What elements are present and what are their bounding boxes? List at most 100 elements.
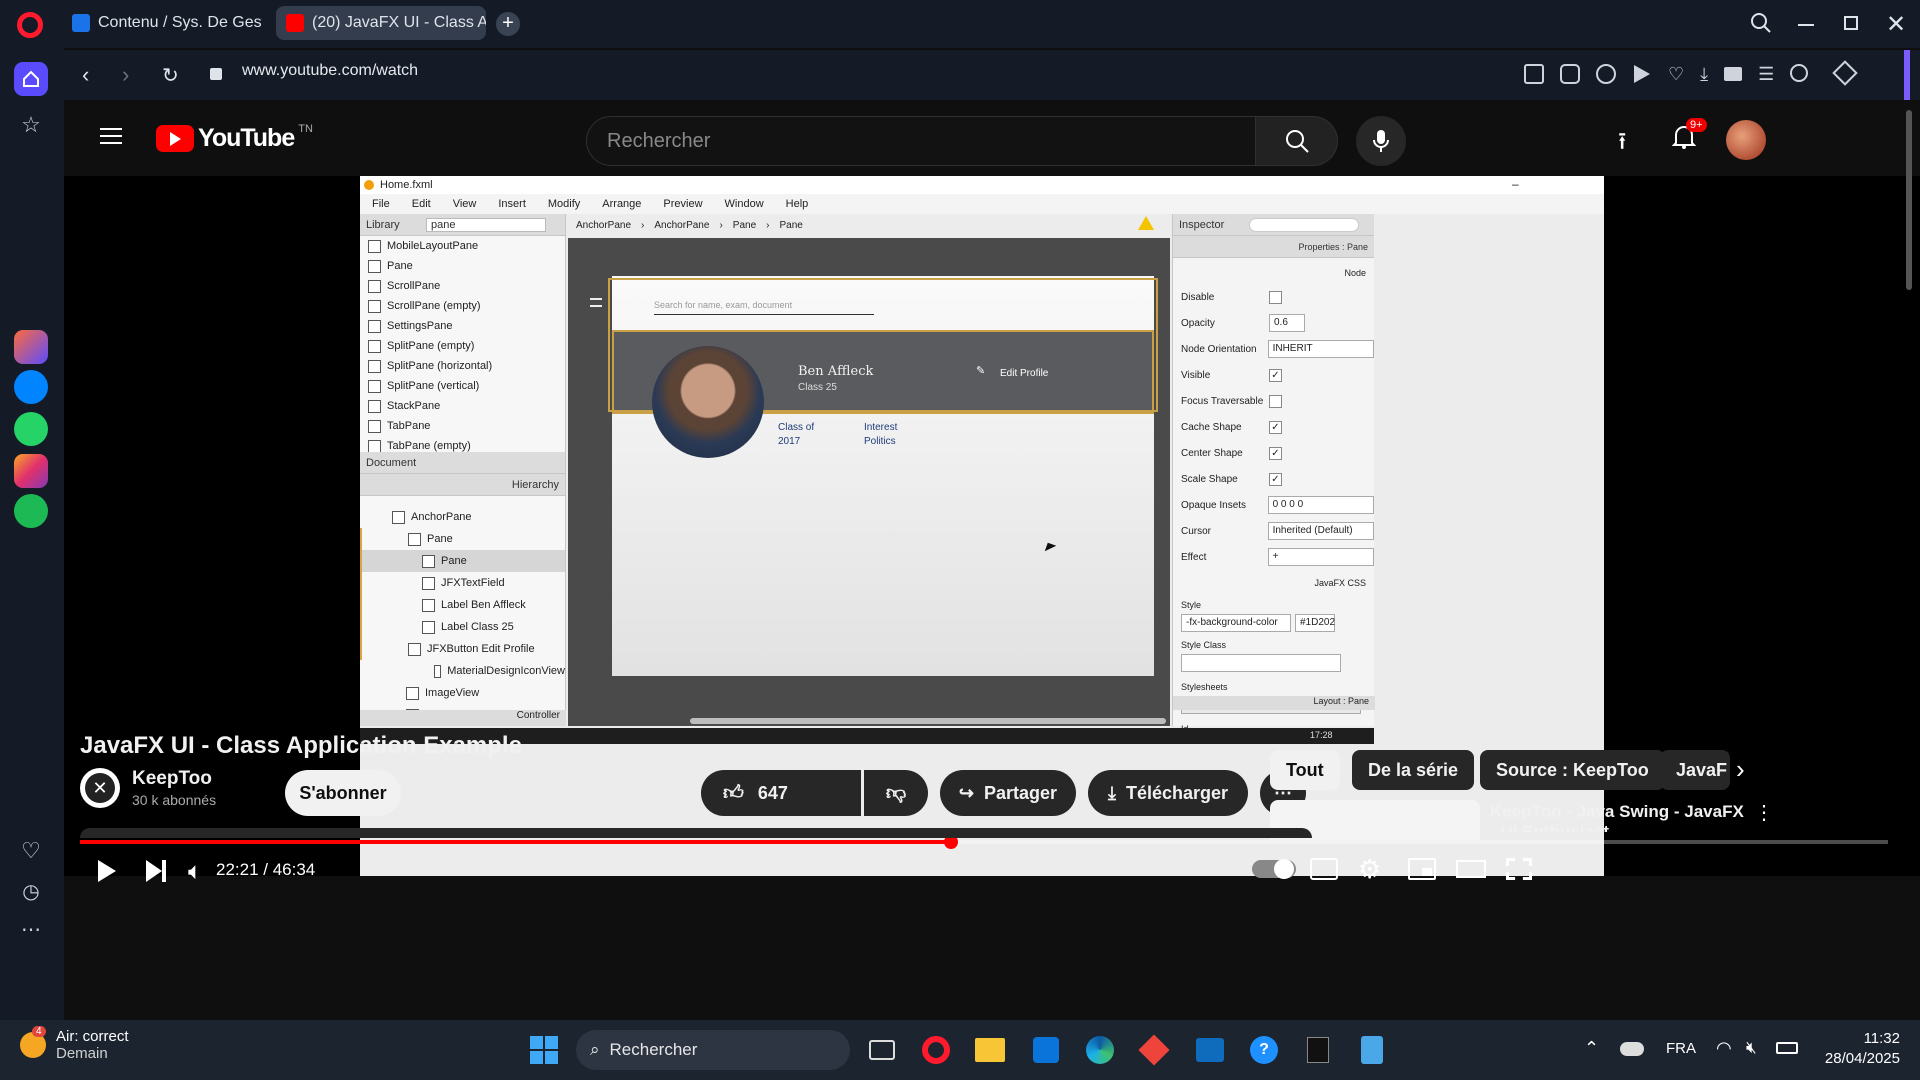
layout-bar: Layout : Pane: [1173, 696, 1375, 710]
taskbar-search-label: Rechercher: [609, 1040, 698, 1059]
share-button[interactable]: ↪ Partager: [940, 770, 1076, 816]
forward-icon[interactable]: ›: [122, 62, 129, 88]
theater-mode-icon[interactable]: [1456, 860, 1486, 878]
language-indicator[interactable]: FRA: [1666, 1040, 1696, 1057]
aria-icon[interactable]: [14, 330, 48, 364]
edge-icon[interactable]: [1080, 1030, 1120, 1070]
chip-series[interactable]: De la série: [1352, 750, 1475, 790]
windows-start-icon[interactable]: [524, 1030, 564, 1070]
play-icon[interactable]: [1634, 65, 1650, 83]
chip-all[interactable]: Tout: [1270, 750, 1340, 790]
download-button[interactable]: ⤓ Télécharger: [1088, 770, 1248, 816]
minimize-icon[interactable]: [1798, 24, 1814, 26]
file-explorer-icon[interactable]: [970, 1030, 1010, 1070]
play-button[interactable]: [98, 860, 116, 882]
epic-icon[interactable]: [1298, 1030, 1338, 1070]
video-taskbar-clock: 17:28: [1310, 730, 1333, 740]
menu-help: Help: [785, 198, 809, 210]
menu-icon[interactable]: ☰: [1758, 64, 1774, 84]
taskbar-time[interactable]: 11:32: [1836, 1030, 1900, 1047]
tab-contenu[interactable]: Contenu / Sys. De Gestion: [62, 6, 262, 40]
chip-javafx[interactable]: JavaF: [1660, 750, 1730, 790]
sidebar-toggle[interactable]: [1904, 50, 1910, 100]
inspector-row-label: Cursor: [1181, 525, 1212, 537]
messenger-icon[interactable]: [14, 370, 48, 404]
taskbar-date[interactable]: 28/04/2025: [1818, 1050, 1900, 1067]
heart-icon[interactable]: ♡: [14, 834, 48, 868]
anydesk-icon[interactable]: [1134, 1030, 1174, 1070]
taskbar-search[interactable]: ⌕ Rechercher: [576, 1030, 850, 1070]
youtube-logo[interactable]: YouTube TN: [156, 123, 313, 153]
edit-icon[interactable]: [1524, 64, 1544, 84]
restore-icon[interactable]: [1844, 16, 1858, 30]
pane-icon: [368, 319, 381, 333]
tab-youtube[interactable]: (20) JavaFX UI - Class App: [276, 6, 486, 40]
opera-logo-icon[interactable]: [17, 12, 43, 38]
dislike-button[interactable]: 👎︎: [864, 770, 928, 816]
whatsapp-icon[interactable]: [14, 412, 48, 446]
next-button[interactable]: [146, 860, 166, 882]
autoplay-toggle[interactable]: [1252, 859, 1296, 879]
channel-avatar[interactable]: ✕: [80, 768, 120, 808]
home-icon[interactable]: [14, 62, 48, 96]
help-icon[interactable]: ?: [1244, 1030, 1284, 1070]
battery-icon[interactable]: [1776, 1042, 1798, 1054]
opera-taskbar-icon[interactable]: [916, 1030, 956, 1070]
inspector-row-label: Center Shape: [1181, 447, 1243, 459]
avatar[interactable]: [1726, 120, 1766, 160]
subtitles-icon[interactable]: [1310, 858, 1338, 880]
microsoft-store-icon[interactable]: [1026, 1030, 1066, 1070]
channel-name[interactable]: KeepToo: [132, 768, 212, 790]
hamburger-icon[interactable]: [100, 128, 122, 144]
reload-icon[interactable]: ↻: [162, 63, 179, 88]
volume-button[interactable]: 🔈︎: [188, 858, 202, 886]
profile-icon[interactable]: [1790, 64, 1809, 82]
search-button[interactable]: [1256, 116, 1338, 166]
page-scrollbar[interactable]: [1906, 100, 1916, 1020]
miniplayer-icon[interactable]: [1408, 858, 1436, 880]
spotify-icon[interactable]: [14, 494, 48, 528]
voice-search-button[interactable]: [1356, 116, 1406, 166]
interest-value-label: Politics: [864, 436, 896, 447]
upload-icon[interactable]: ⭱: [1618, 124, 1626, 165]
search-input[interactable]: Rechercher: [586, 116, 1256, 166]
volume-muted-icon[interactable]: 🔇︎: [1746, 1038, 1757, 1058]
style-class-label: Style Class: [1181, 640, 1227, 650]
notepad-icon[interactable]: [1352, 1030, 1392, 1070]
camera-icon[interactable]: [1560, 64, 1580, 84]
weather-widget[interactable]: 4 Air: correct Demain: [20, 1026, 129, 1062]
settings-icon[interactable]: ⚙: [1358, 854, 1381, 885]
search-tabs-icon[interactable]: [1750, 12, 1772, 34]
more-icon[interactable]: ⋯: [14, 912, 48, 946]
outlook-icon[interactable]: [1190, 1030, 1230, 1070]
chevron-right-icon[interactable]: ›: [1736, 754, 1745, 785]
new-tab-button[interactable]: +: [496, 12, 520, 36]
tray-chevron-icon[interactable]: ⌃: [1584, 1038, 1599, 1059]
like-button[interactable]: 👍︎ 647: [701, 770, 861, 816]
instagram-icon[interactable]: [14, 454, 48, 488]
shield-icon[interactable]: [1596, 64, 1616, 84]
download-icon[interactable]: ⤓: [1700, 64, 1708, 84]
youtube-play-logo-icon: [156, 125, 194, 152]
star-icon[interactable]: ☆: [14, 108, 48, 142]
url-text[interactable]: www.youtube.com/watch: [242, 62, 418, 80]
close-icon[interactable]: ✕: [1886, 10, 1906, 39]
task-view-icon[interactable]: [862, 1030, 902, 1070]
related-title[interactable]: KeepToo - Java Swing - JavaFX: [1490, 802, 1744, 822]
node-icon: [422, 554, 435, 568]
chip-source[interactable]: Source : KeepToo: [1480, 750, 1665, 790]
history-icon[interactable]: ◷: [14, 874, 48, 908]
back-icon[interactable]: ‹: [82, 62, 89, 88]
node-icon: [408, 642, 421, 656]
properties-header: Properties : Pane: [1173, 236, 1374, 258]
heart-icon[interactable]: ♡: [1668, 64, 1684, 84]
battery-saver-icon[interactable]: [1724, 67, 1743, 81]
onedrive-icon[interactable]: [1620, 1042, 1644, 1056]
related-more-icon[interactable]: ⋮: [1754, 800, 1774, 825]
wifi-icon[interactable]: ◠: [1716, 1038, 1732, 1059]
extensions-icon[interactable]: [1832, 60, 1858, 86]
subscribe-button[interactable]: S'abonner: [285, 770, 401, 816]
inspector-row: Effect +: [1181, 544, 1374, 570]
pencil-icon: ✎: [976, 365, 986, 377]
notifications-button[interactable]: 9+: [1672, 118, 1707, 150]
